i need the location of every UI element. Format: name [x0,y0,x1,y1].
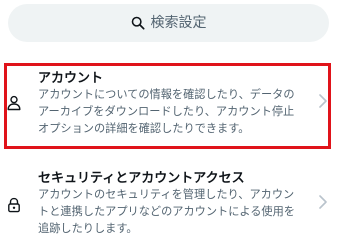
settings-item-account-description: アカウントについての情報を確認したり、データのアーカイブをダウンロードしたり、ア… [38,88,295,135]
person-icon [7,95,21,111]
search-icon [131,16,145,30]
settings-search-bar[interactable]: 検索設定 [8,4,329,42]
search-placeholder: 検索設定 [150,15,207,31]
chevron-right-icon [319,94,327,108]
settings-page: 検索設定 アカウント アカウントについての情報を確認したり、データのアーカイブを… [0,0,340,251]
chevron-right-icon [319,195,327,209]
settings-item-security-description: アカウントのセキュリティを管理したり、アカウントと連携したアプリなどのアカウント… [38,188,295,235]
lock-icon [8,197,20,213]
